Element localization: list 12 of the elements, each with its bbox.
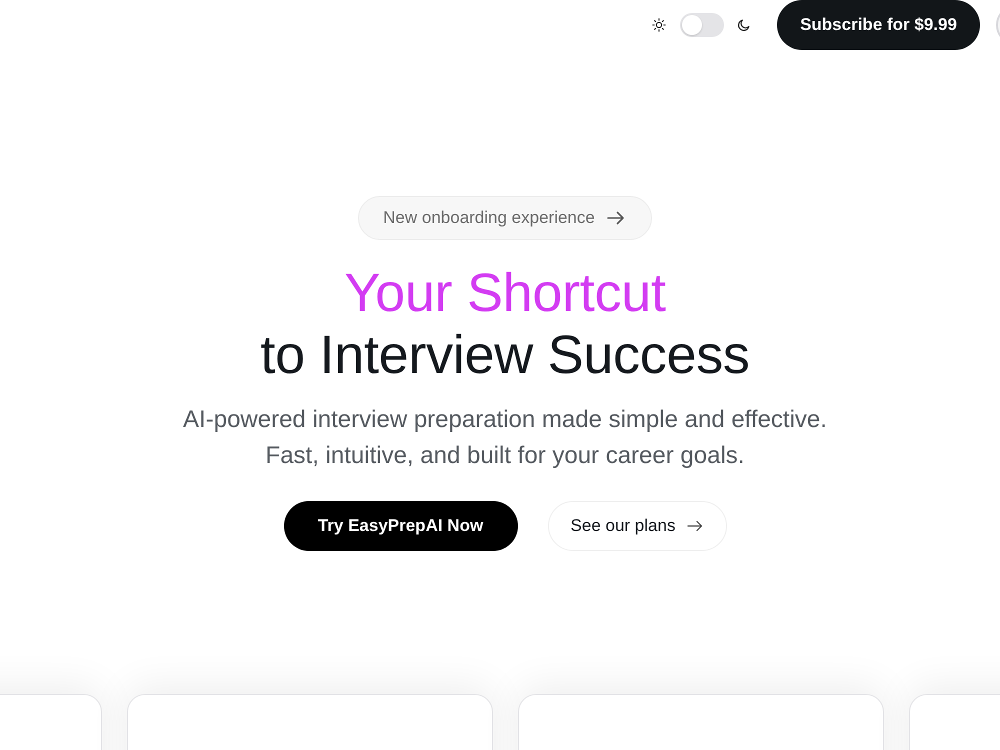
headline-text: to Interview Success	[260, 324, 750, 386]
sun-icon	[652, 18, 666, 32]
see-plans-button[interactable]: See our plans	[548, 501, 726, 551]
announcement-badge[interactable]: New onboarding experience	[358, 196, 652, 240]
arrow-right-icon	[687, 520, 704, 532]
headline-text: Your Shortcut	[344, 262, 666, 324]
moon-icon	[737, 18, 751, 32]
try-now-button[interactable]: Try EasyPrepAI Now	[284, 501, 518, 551]
arrow-right-icon	[606, 211, 625, 225]
theme-toggle[interactable]	[680, 13, 724, 37]
subscribe-button[interactable]: Subscribe for $9.99	[777, 0, 980, 50]
hero-subtitle: AI-powered interview preparation made simple and effective. Fast, intuitive, and built for your career goals.	[183, 405, 827, 471]
